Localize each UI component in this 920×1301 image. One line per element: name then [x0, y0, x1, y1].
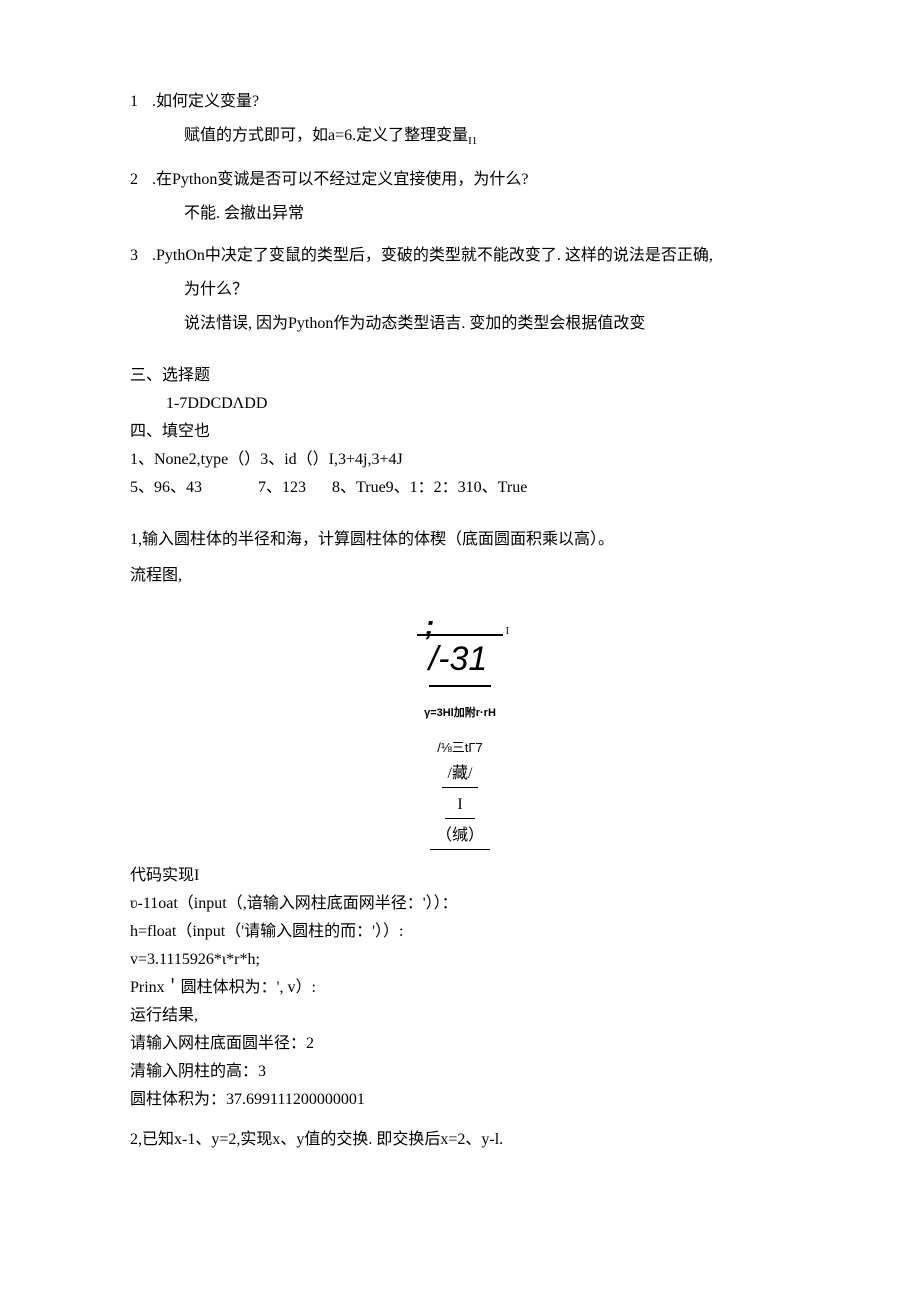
result-3: 圆柱体积为：37.699111200000001	[130, 1088, 790, 1112]
diagram-31: /-31	[429, 634, 492, 687]
q3-number: 3	[130, 244, 152, 268]
section3-answers: 1-7DDCDΛDD	[166, 392, 790, 416]
diagram-formula: γ=3Hl加附r·rH	[130, 705, 790, 722]
code-l4: Prinx＇圆柱体枳为：', v）:	[130, 976, 790, 1000]
code-l3: v=3.1115926*ι*r*h;	[130, 948, 790, 972]
q2-answer: 不能. 会撤出异常	[184, 202, 790, 226]
question-2: 2 .在Python变诚是否可以不经过定义宜接使用，为什么? 不能. 会撤出异常	[130, 168, 790, 226]
q1-number: 1	[130, 90, 152, 114]
q3-text: .PythOn中决定了变鼠的类型后，变破的类型就不能改变了. 这样的说法是否正确…	[152, 244, 713, 268]
section4-head: 四、填空也	[130, 420, 790, 444]
diagram-i: I	[445, 792, 474, 819]
code-head: 代码实现I	[130, 864, 790, 888]
section4-line1: 1、None2,type（）3、id（）I,3+4j,3+4J	[130, 448, 790, 472]
diagram-box2: （缄）	[430, 823, 490, 850]
diagram-tick: I	[506, 624, 509, 639]
diagram-top: ; I /-31	[417, 618, 503, 688]
q1-text: .如何定义变量?	[152, 90, 259, 114]
diagram-mid: /⅛三tΓ7	[130, 738, 790, 758]
result-1: 请输入网柱底面圆半径：2	[130, 1032, 790, 1056]
q2-text: .在Python变诚是否可以不经过定义宜接使用，为什么?	[152, 168, 528, 192]
result-2: 清输入阴柱的高：3	[130, 1060, 790, 1084]
question-3: 3 .PythOn中决定了变鼠的类型后，变破的类型就不能改变了. 这样的说法是否…	[130, 244, 790, 336]
q1-line: 1 .如何定义变量?	[130, 90, 790, 114]
code-block: 代码实现I ʋ-11oat（input（,谙输入网柱底面网半径：'））： h=f…	[130, 864, 790, 1112]
flowchart-label: 流程图,	[130, 564, 790, 588]
diagram-semicolon: ;	[417, 618, 503, 635]
q1-answer: 赋值的方式即可，如a=6.定义了整理变量I1	[184, 124, 790, 150]
program-desc: 1,输入圆柱体的半径和海，计算圆柱体的体稧（底面圆面积乘以高）。	[130, 528, 790, 552]
section4-line2: 5、96、43 7、123 8、True9、1：2：310、True	[130, 476, 790, 500]
q3-answer1: 为什么？	[184, 278, 790, 302]
flowchart-diagram: ; I /-31 γ=3Hl加附r·rH /⅛三tΓ7 /藏/ I （缄）	[130, 618, 790, 851]
result-head: 运行结果,	[130, 1004, 790, 1028]
q2-number: 2	[130, 168, 152, 192]
code-l1: ʋ-11oat（input（,谙输入网柱底面网半径：'））：	[130, 892, 790, 916]
problem-2: 2,已知x-1、y=2,实现x、y值的交换. 即交换后x=2、y-l.	[130, 1128, 790, 1152]
q2-line: 2 .在Python变诚是否可以不经过定义宜接使用，为什么?	[130, 168, 790, 192]
question-1: 1 .如何定义变量? 赋值的方式即可，如a=6.定义了整理变量I1	[130, 90, 790, 150]
diagram-box1: /藏/	[442, 761, 479, 788]
section3-head: 三、选择题	[130, 364, 790, 388]
q3-line: 3 .PythOn中决定了变鼠的类型后，变破的类型就不能改变了. 这样的说法是否…	[130, 244, 790, 268]
q3-answer2: 说法惜误, 因为Python作为动态类型语吉. 变加的类型会根据值改变	[184, 312, 790, 336]
document-page: 1 .如何定义变量? 赋值的方式即可，如a=6.定义了整理变量I1 2 .在Py…	[0, 0, 920, 1252]
code-l2: h=float（input（'请输入圆柱的而：'））:	[130, 920, 790, 944]
